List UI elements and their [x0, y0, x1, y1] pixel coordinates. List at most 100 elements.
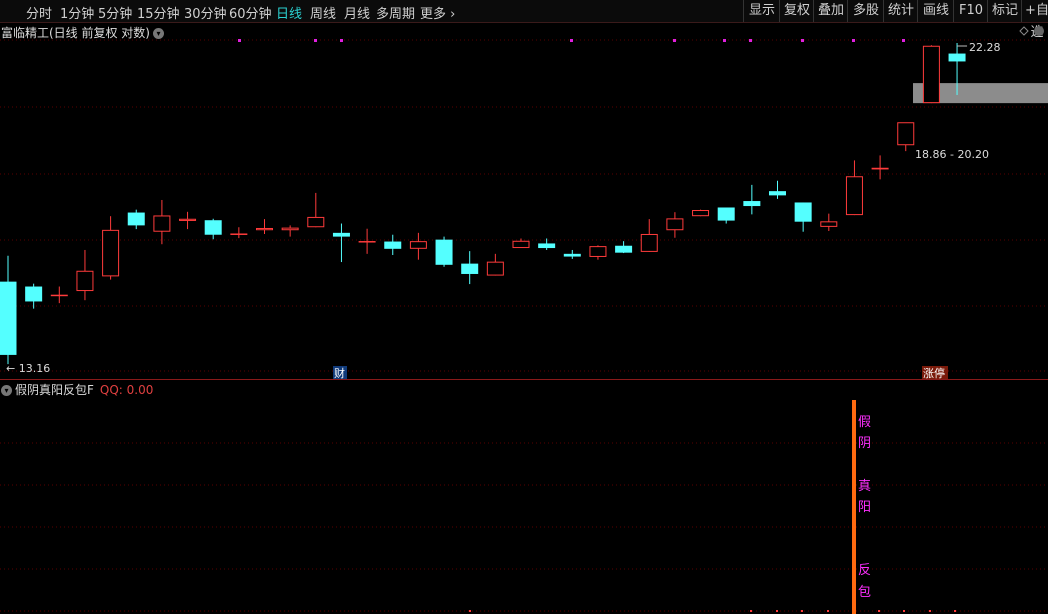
signal-dot	[673, 39, 676, 42]
candle-body-up	[307, 216, 325, 228]
candle-body-up	[358, 241, 376, 243]
candle-body-down	[717, 207, 735, 221]
max-price-label: 22.28	[969, 41, 1001, 54]
candle-body-up	[153, 215, 171, 232]
limit-up-marker[interactable]: 涨停	[922, 366, 948, 380]
candle[interactable]	[820, 213, 838, 231]
candle-body-up	[256, 227, 273, 231]
candle[interactable]	[589, 245, 607, 260]
candle[interactable]	[332, 223, 350, 263]
candle[interactable]	[615, 241, 633, 254]
candle[interactable]	[409, 232, 427, 260]
candle-body-down	[769, 191, 786, 196]
candle[interactable]	[692, 209, 710, 217]
candle[interactable]	[0, 255, 17, 365]
candle[interactable]	[897, 122, 915, 152]
indicator-dot	[776, 610, 778, 612]
indicator-name: 假阴真阳反包F	[15, 383, 94, 397]
signal-bar	[852, 400, 856, 614]
candle-body-down	[384, 241, 402, 249]
candle[interactable]	[563, 249, 581, 259]
diamond-icon[interactable]	[1019, 26, 1029, 36]
candle-body-up	[692, 210, 710, 217]
candle[interactable]	[435, 236, 453, 267]
candle[interactable]	[640, 219, 658, 252]
candle-body-down	[743, 201, 761, 207]
signal-dot	[902, 39, 905, 42]
signal-dot	[723, 39, 726, 42]
finance-marker[interactable]: 财	[333, 366, 347, 380]
candle-body-up	[845, 176, 863, 216]
candle-body-up	[281, 227, 299, 231]
candle[interactable]	[845, 160, 863, 216]
min-price-label: ← 13.16	[6, 362, 50, 375]
candle[interactable]	[25, 283, 43, 309]
chevron-up-icon[interactable]	[1034, 26, 1044, 36]
candle[interactable]	[922, 45, 940, 104]
candle-body-down	[25, 286, 43, 302]
indicator-dot	[954, 610, 956, 612]
candle-body-down	[435, 239, 453, 265]
candle[interactable]	[179, 211, 197, 230]
candle[interactable]	[204, 218, 222, 240]
candle-body-up	[640, 233, 658, 252]
signal-dot	[238, 39, 241, 42]
candle[interactable]	[358, 228, 376, 254]
candle[interactable]	[512, 238, 530, 249]
candle[interactable]	[384, 234, 402, 256]
candle-body-up	[50, 294, 68, 297]
candle-body-up	[486, 261, 504, 276]
candle[interactable]	[307, 192, 325, 228]
candle-body-down	[204, 220, 222, 235]
candle[interactable]	[127, 209, 145, 230]
candle-body-up	[666, 218, 684, 231]
candle-body-up	[76, 270, 94, 292]
candle[interactable]	[256, 219, 273, 234]
candle[interactable]	[153, 199, 171, 245]
candle[interactable]	[871, 155, 889, 180]
indicator-dot	[469, 610, 471, 612]
signal-char: 阳	[858, 500, 871, 515]
candle[interactable]	[666, 212, 684, 238]
candle[interactable]	[50, 286, 68, 304]
candle-body-up	[589, 246, 607, 257]
candle-body-down	[461, 263, 479, 274]
candle-body-up	[820, 221, 838, 227]
chevron-down-icon[interactable]: ▾	[1, 385, 12, 396]
signal-dot	[570, 39, 573, 42]
signal-dot	[852, 39, 855, 42]
indicator-dot	[801, 610, 803, 612]
indicator-dot	[878, 610, 880, 612]
candle-body-up	[922, 45, 940, 104]
indicator-dot	[750, 610, 752, 612]
indicator-dot	[827, 610, 829, 612]
signal-char: 反	[858, 563, 871, 578]
candle-body-up	[179, 218, 197, 221]
gap-range-label: 18.86 - 20.20	[915, 148, 989, 161]
candle-body-up	[512, 240, 530, 249]
candle-body-down	[127, 212, 145, 226]
candle[interactable]	[76, 249, 94, 301]
indicator-dot	[929, 610, 931, 612]
candle[interactable]	[743, 184, 761, 215]
signal-dot	[749, 39, 752, 42]
candlestick-chart[interactable]: 22.28 ← 13.16 18.86 - 20.20 财 涨停	[0, 0, 1048, 380]
candle[interactable]	[486, 253, 504, 276]
candle[interactable]	[102, 216, 120, 280]
signal-char: 阴	[858, 436, 871, 451]
candle[interactable]	[717, 207, 735, 224]
candle[interactable]	[281, 225, 299, 237]
candle[interactable]	[230, 227, 248, 239]
candle[interactable]	[461, 251, 479, 285]
signal-dot	[314, 39, 317, 42]
candle-body-down	[615, 245, 633, 253]
candle[interactable]	[794, 202, 812, 232]
candle-body-down	[0, 281, 17, 355]
signal-dot	[801, 39, 804, 42]
signal-char: 假	[858, 415, 871, 430]
signal-char: 包	[858, 585, 871, 600]
limit-up-marker-label: 涨停	[923, 366, 945, 380]
candle[interactable]	[769, 180, 786, 199]
indicator-title[interactable]: ▾ 假阴真阳反包F QQ: 0.00	[1, 381, 153, 398]
candle-body-down	[948, 53, 966, 62]
